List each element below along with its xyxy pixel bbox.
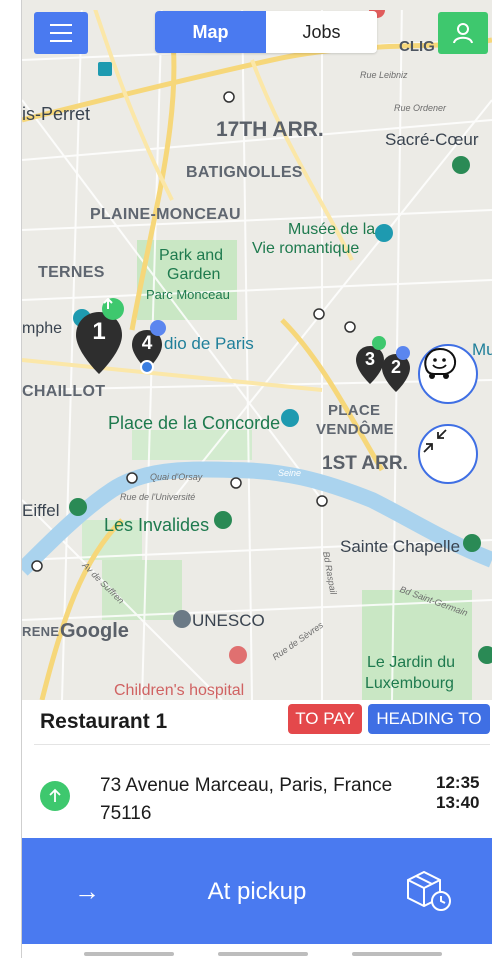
app-screen: CLIG Rue Leibniz Rue Ordener is-Perret 1… (0, 0, 492, 958)
map-view[interactable]: CLIG Rue Leibniz Rue Ordener is-Perret 1… (22, 0, 492, 700)
map-label-rene: RENE (22, 624, 60, 639)
job-title: Restaurant 1 (40, 710, 168, 733)
map-label-concorde: Place de la Concorde (108, 413, 281, 433)
collapse-map-button[interactable] (418, 424, 478, 484)
map-label-clig: CLIG (399, 38, 435, 55)
map-label-ternes: TERNES (38, 264, 105, 281)
pickup-arrow-icon (40, 781, 70, 811)
waze-icon (424, 347, 457, 379)
collapse-arrows-icon (423, 429, 447, 453)
marker-number: 4 (141, 333, 153, 354)
waze-button[interactable] (418, 344, 478, 404)
map-label-mu: Mu (472, 340, 492, 359)
package-clock-icon (407, 870, 451, 911)
map-label-unesco: UNESCO (192, 611, 265, 630)
time-start: 12:35 (436, 773, 480, 792)
time-end: 13:40 (436, 793, 480, 812)
map-label-park-1: Park and (159, 247, 224, 264)
map-label-rue-ordener: Rue Ordener (394, 103, 447, 113)
map-label-studio: dio de Paris (164, 334, 254, 353)
job-times: 12:35 13:40 (436, 773, 479, 813)
map-label-plaine-monceau: PLAINE-MONCEAU (90, 206, 241, 223)
nav-indicator (352, 952, 442, 956)
hamburger-line (50, 32, 72, 34)
dropoff-arrow-icon (396, 346, 410, 360)
system-nav-bar (22, 944, 492, 958)
google-logo: Google (60, 620, 129, 642)
nav-indicator (84, 952, 174, 956)
nav-indicator (218, 952, 308, 956)
to-pay-badge: TO PAY (288, 704, 362, 734)
map-label-seine: Seine (278, 468, 302, 478)
map-label-invalides: Les Invalides (104, 515, 210, 535)
at-pickup-button[interactable]: → At pickup (22, 838, 492, 944)
frame-border (21, 0, 22, 958)
map-label-parc-monceau: Parc Monceau (146, 287, 230, 302)
menu-button[interactable] (34, 12, 88, 54)
map-label-quai-orsay: Quai d'Orsay (150, 472, 203, 482)
job-sheet: Restaurant 1 TO PAY HEADING TO 73 Avenue… (22, 700, 492, 958)
tab-jobs[interactable]: Jobs (266, 11, 377, 53)
marker-number: 1 (92, 318, 106, 345)
map-label-jardin-2: Luxembourg (365, 675, 454, 692)
map-label-eiffel: Eiffel (22, 501, 60, 520)
pickup-arrow-icon (102, 298, 124, 320)
map-label-1st-arr: 1ST ARR. (322, 453, 408, 474)
map-label-levallois: is-Perret (22, 104, 91, 124)
marker-number: 2 (390, 357, 401, 377)
job-address: 73 Avenue Marceau, Paris, France 75116 (100, 775, 393, 824)
map-label-mphe: mphe (22, 320, 63, 337)
dropoff-arrow-icon (150, 320, 166, 336)
hamburger-menu-icon (50, 24, 72, 26)
user-button[interactable] (438, 12, 488, 54)
map-label-childrens-hospital: Children's hospital (114, 682, 245, 699)
view-toggle: Map Jobs (155, 11, 377, 53)
user-icon (453, 23, 473, 44)
map-label-musee-2: Vie romantique (252, 240, 360, 257)
map-label-rue-universite: Rue de l'Université (120, 492, 196, 502)
map-label-sacre-coeur: Sacré-Cœur (385, 130, 479, 149)
pickup-arrow-icon (372, 336, 386, 350)
map-label-musee-1: Musée de la (288, 221, 376, 238)
map-label-jardin-1: Le Jardin du (367, 654, 456, 671)
map-label-rue-leibniz: Rue Leibniz (360, 70, 408, 80)
current-location-dot (140, 360, 154, 374)
map-label-17th-arr: 17TH ARR. (216, 118, 324, 141)
map-label-park-2: Garden (167, 266, 221, 283)
map-label-sainte-chapelle: Sainte Chapelle (340, 537, 461, 556)
tab-map[interactable]: Map (155, 11, 266, 53)
divider (34, 744, 490, 745)
map-label-vendome: VENDÔME (316, 421, 394, 438)
heading-to-badge: HEADING TO (368, 704, 490, 734)
map-label-place: PLACE (328, 402, 381, 419)
map-label-chaillot: CHAILLOT (22, 383, 106, 400)
hamburger-line (50, 40, 72, 42)
map-label-batignolles: BATIGNOLLES (186, 164, 303, 181)
